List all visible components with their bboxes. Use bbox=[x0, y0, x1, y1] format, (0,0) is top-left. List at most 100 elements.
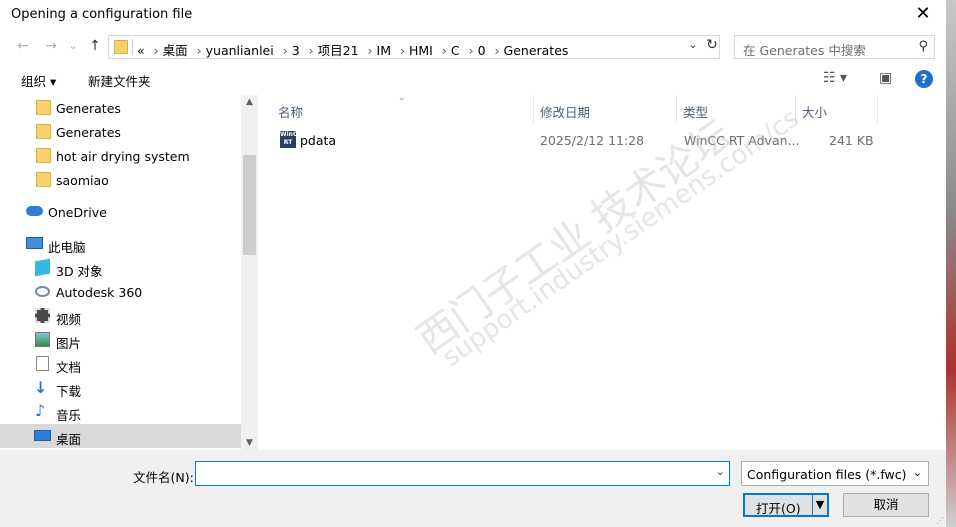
navigation-pane: Generates Generates hot air drying syste… bbox=[0, 95, 258, 450]
close-button[interactable]: ✕ bbox=[900, 0, 946, 30]
file-modified: 2025/2/12 11:28 bbox=[540, 133, 645, 148]
nav-item-downloads[interactable]: ↓ 下载 bbox=[0, 376, 241, 400]
search-icon: ⚲ bbox=[918, 39, 928, 54]
refresh-icon[interactable]: ↻ bbox=[704, 37, 720, 53]
cancel-button[interactable]: 取消 bbox=[843, 493, 929, 517]
chevron-down-icon: ⌄ bbox=[912, 466, 922, 479]
breadcrumb-overflow[interactable]: « bbox=[137, 43, 145, 58]
nav-item-music[interactable]: ♪ 音乐 bbox=[0, 400, 241, 424]
scrollbar-thumb[interactable] bbox=[243, 155, 256, 255]
nav-item-label: 此电脑 bbox=[48, 240, 86, 255]
nav-item-label: 桌面 bbox=[56, 432, 82, 447]
chevron-down-icon[interactable]: ⌄ bbox=[686, 38, 700, 51]
file-type: WinCC RT Advan... bbox=[684, 133, 800, 148]
open-split-dropdown[interactable]: ▼ bbox=[812, 495, 827, 515]
filetype-select[interactable]: Configuration files (*.fwc) ⌄ bbox=[741, 461, 929, 486]
open-button[interactable]: 打开(O) ▼ bbox=[743, 493, 829, 517]
nav-item-saomiao[interactable]: saomiao bbox=[0, 168, 241, 192]
file-size: 241 KB bbox=[829, 133, 874, 148]
organize-button[interactable]: 组织 ▾ bbox=[21, 71, 56, 90]
computer-icon bbox=[26, 237, 43, 249]
breadcrumb-item[interactable]: 项目21 bbox=[318, 43, 359, 58]
column-header-name[interactable]: 名称 bbox=[278, 102, 303, 121]
nav-item-label: 下载 bbox=[56, 384, 82, 399]
breadcrumb-item[interactable]: 3 bbox=[292, 43, 300, 58]
nav-item-videos[interactable]: 视频 bbox=[0, 304, 241, 328]
filename-label: 文件名(N): bbox=[133, 470, 194, 485]
nav-item-onedrive[interactable]: OneDrive bbox=[0, 200, 241, 224]
recent-locations-button[interactable]: ⌄ bbox=[64, 37, 82, 55]
music-icon: ♪ bbox=[35, 401, 46, 420]
nav-item-autodesk-360[interactable]: Autodesk 360 bbox=[0, 280, 241, 304]
nav-item-desktop[interactable]: 桌面 bbox=[0, 424, 241, 448]
nav-item-pictures[interactable]: 图片 bbox=[0, 328, 241, 352]
nav-item-label: saomiao bbox=[56, 173, 109, 188]
picture-icon bbox=[35, 332, 50, 347]
back-button[interactable]: ← bbox=[14, 37, 32, 55]
nav-item-label: 文档 bbox=[56, 360, 82, 375]
breadcrumb-item[interactable]: 0 bbox=[478, 43, 486, 58]
filename-input[interactable] bbox=[196, 462, 706, 485]
folder-icon bbox=[114, 40, 128, 54]
address-bar[interactable]: «› 桌面 › yuanlianlei › 3 › 项目21 › IM › HMI › C ›… bbox=[108, 35, 720, 59]
column-header-type[interactable]: 类型 bbox=[683, 102, 708, 121]
forward-button[interactable]: → bbox=[42, 37, 60, 55]
folder-icon bbox=[36, 148, 51, 163]
view-options-icon[interactable]: ☷ ▾ bbox=[823, 70, 847, 86]
nav-item-label: Autodesk 360 bbox=[56, 285, 143, 300]
search-placeholder: 在 Generates 中搜索 bbox=[743, 43, 866, 58]
folder-icon bbox=[36, 172, 51, 187]
nav-item-label: OneDrive bbox=[48, 205, 107, 220]
filetype-value: Configuration files (*.fwc) bbox=[747, 467, 907, 482]
folder-icon bbox=[36, 124, 51, 139]
breadcrumb-item[interactable]: HMI bbox=[409, 43, 433, 58]
up-folder-button[interactable]: ↑ bbox=[86, 37, 104, 55]
open-file-dialog: Opening a configuration file ✕ ← → ⌄ ↑ «… bbox=[0, 0, 946, 527]
search-input[interactable]: 在 Generates 中搜索 ⚲ bbox=[734, 35, 935, 59]
file-name: pdata bbox=[300, 133, 337, 148]
file-list: ⌄ 名称 修改日期 类型 大小 WinCC RT pdata 2025/2/12… bbox=[262, 93, 946, 450]
nav-item-label: 3D 对象 bbox=[56, 264, 103, 279]
column-header-modified[interactable]: 修改日期 bbox=[540, 102, 590, 121]
nav-item-documents[interactable]: 文档 bbox=[0, 352, 241, 376]
nav-item-label: 音乐 bbox=[56, 408, 82, 423]
new-folder-button[interactable]: 新建文件夹 bbox=[88, 71, 151, 90]
nav-item-generates[interactable]: Generates bbox=[0, 96, 241, 120]
nav-item-generates-2[interactable]: Generates bbox=[0, 120, 241, 144]
chevron-down-icon[interactable]: ⌄ bbox=[716, 465, 725, 478]
resize-grip-icon[interactable]: ⋰ bbox=[936, 516, 944, 525]
filename-field[interactable]: ⌄ bbox=[195, 461, 730, 486]
folder-icon bbox=[36, 100, 51, 115]
navigation-bar: ← → ⌄ ↑ «› 桌面 › yuanlianlei › 3 › 项目21 › IM ›… bbox=[0, 31, 946, 61]
breadcrumb-item[interactable]: 桌面 bbox=[163, 43, 188, 58]
nav-item-3d-objects[interactable]: 3D 对象 bbox=[0, 256, 241, 280]
nav-item-label: 图片 bbox=[56, 336, 82, 351]
autodesk-icon bbox=[35, 286, 50, 297]
breadcrumb-item[interactable]: IM bbox=[377, 43, 391, 58]
nav-item-label: Generates bbox=[56, 101, 121, 116]
cloud-icon bbox=[26, 206, 43, 216]
preview-pane-icon[interactable]: ▣ bbox=[879, 70, 892, 86]
open-button-label: 打开(O) bbox=[756, 501, 801, 516]
column-header-size[interactable]: 大小 bbox=[802, 102, 827, 121]
breadcrumb-item[interactable]: C bbox=[451, 43, 460, 58]
nav-item-label: Generates bbox=[56, 125, 121, 140]
help-icon[interactable]: ? bbox=[915, 70, 933, 88]
document-icon bbox=[36, 356, 49, 371]
bottom-panel: 文件名(N): ⌄ Configuration files (*.fwc) ⌄ … bbox=[0, 450, 946, 527]
breadcrumb: «› 桌面 › yuanlianlei › 3 › 项目21 › IM › HMI › C ›… bbox=[137, 43, 569, 58]
dialog-title: Opening a configuration file bbox=[11, 7, 193, 22]
scroll-down-icon[interactable]: ▼ bbox=[241, 438, 258, 448]
nav-item-label: 视频 bbox=[56, 312, 82, 327]
nav-scrollbar[interactable]: ▲ ▼ bbox=[241, 95, 258, 450]
nav-item-hot-air-drying-system[interactable]: hot air drying system bbox=[0, 144, 241, 168]
list-item[interactable]: WinCC RT pdata 2025/2/12 11:28 WinCC RT … bbox=[276, 129, 876, 151]
breadcrumb-item[interactable]: Generates bbox=[504, 43, 569, 58]
nav-item-this-pc[interactable]: 此电脑 bbox=[0, 232, 241, 256]
scroll-up-icon[interactable]: ▲ bbox=[241, 97, 258, 107]
breadcrumb-item[interactable]: yuanlianlei bbox=[206, 43, 274, 58]
download-icon: ↓ bbox=[34, 378, 48, 397]
video-icon bbox=[35, 308, 50, 323]
cube-icon bbox=[35, 258, 50, 277]
wincc-file-icon: WinCC RT bbox=[280, 131, 302, 148]
